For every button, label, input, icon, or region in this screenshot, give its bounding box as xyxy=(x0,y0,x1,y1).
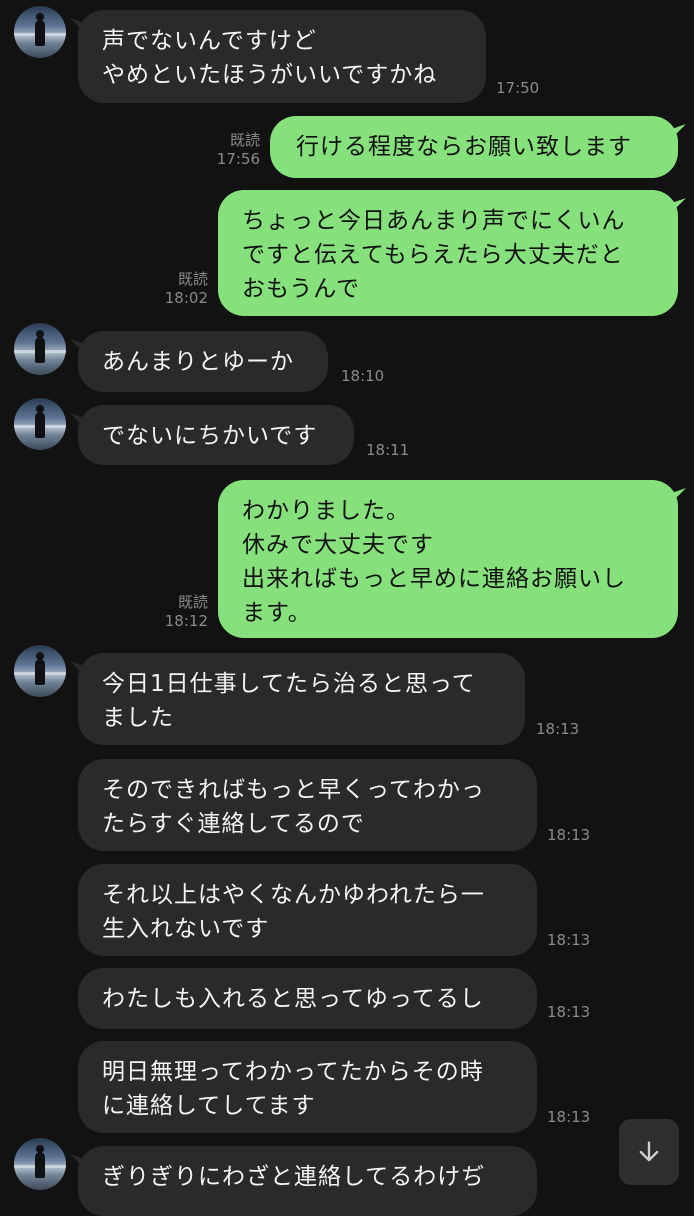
incoming-message-bubble[interactable]: でないにちかいです xyxy=(78,405,354,465)
outgoing-message-bubble[interactable]: 行ける程度ならお願い致します xyxy=(270,116,678,178)
chat-thread: 声でないんですけど やめといたほうがいいですかね 17:50 既読 17:56 … xyxy=(0,0,694,1216)
message-time: 17:50 xyxy=(496,79,540,97)
message-time: 18:02 xyxy=(164,289,208,307)
incoming-message-bubble[interactable]: わたしも入れると思ってゆってるし xyxy=(78,968,537,1029)
read-receipt: 既読 xyxy=(177,270,208,288)
outgoing-message-bubble[interactable]: わかりました。 休みで大丈夫です 出来ればもっと早めに連絡お願いし ます。 xyxy=(218,480,678,638)
message-meta: 既読 18:12 xyxy=(156,593,208,631)
arrow-down-icon xyxy=(639,1141,659,1162)
message-time: 18:13 xyxy=(536,720,580,738)
scroll-to-bottom-button[interactable] xyxy=(619,1119,679,1185)
message-time: 18:10 xyxy=(341,367,385,385)
message-time: 18:13 xyxy=(547,1003,591,1021)
incoming-message-bubble[interactable]: そのできればもっと早くってわかっ たらすぐ連絡してるので xyxy=(78,759,537,851)
incoming-message-bubble[interactable]: 今日1日仕事してたら治ると思って ました xyxy=(78,653,525,745)
avatar-icon[interactable] xyxy=(14,398,66,450)
incoming-message-bubble[interactable]: 声でないんですけど やめといたほうがいいですかね xyxy=(78,10,486,103)
avatar-icon[interactable] xyxy=(14,323,66,375)
message-time: 17:56 xyxy=(216,150,260,168)
incoming-message-bubble[interactable]: 明日無理ってわかってたからその時 に連絡してしてます xyxy=(78,1041,537,1133)
avatar-icon[interactable] xyxy=(14,6,66,58)
outgoing-message-bubble[interactable]: ちょっと今日あんまり声でにくいん ですと伝えてもらえたら大丈夫だと おもうんで xyxy=(218,190,678,316)
incoming-message-bubble[interactable]: あんまりとゆーか xyxy=(78,331,328,392)
read-receipt: 既読 xyxy=(229,131,260,149)
message-time: 18:13 xyxy=(547,826,591,844)
avatar-icon[interactable] xyxy=(14,1138,66,1190)
message-time: 18:11 xyxy=(366,441,410,459)
incoming-message-bubble[interactable]: ぎりぎりにわざと連絡してるわけぢ xyxy=(78,1146,537,1216)
read-receipt: 既読 xyxy=(177,593,208,611)
message-meta: 既読 18:02 xyxy=(156,270,208,308)
message-time: 18:12 xyxy=(164,612,208,630)
incoming-message-bubble[interactable]: それ以上はやくなんかゆわれたら一 生入れないです xyxy=(78,864,537,956)
avatar-icon[interactable] xyxy=(14,645,66,697)
message-time: 18:13 xyxy=(547,931,591,949)
message-meta: 既読 17:56 xyxy=(208,131,260,169)
message-time: 18:13 xyxy=(547,1108,591,1126)
